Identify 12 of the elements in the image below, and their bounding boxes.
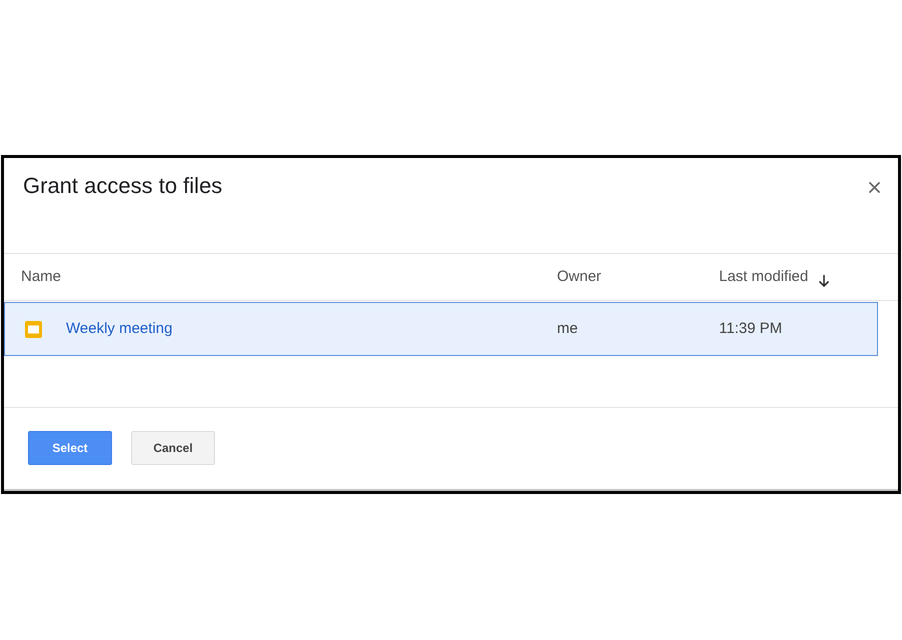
dialog-title: Grant access to files	[23, 172, 222, 200]
column-header[interactable]: Last modified	[719, 266, 808, 288]
file-name[interactable]: Weekly meeting	[66, 318, 172, 340]
column-header[interactable]: Owner	[557, 266, 602, 288]
modified-time: 11:39 PM	[719, 320, 782, 337]
file-row[interactable]: Weekly meeting me 11:39 PM	[4, 302, 878, 356]
column-header[interactable]: Name	[21, 266, 62, 288]
owner-name: me	[557, 320, 578, 337]
cancel-button[interactable]: Cancel	[131, 431, 215, 465]
arrow-down-icon[interactable]	[818, 274, 830, 288]
close-icon	[869, 182, 880, 193]
slides-file-icon	[25, 320, 42, 338]
